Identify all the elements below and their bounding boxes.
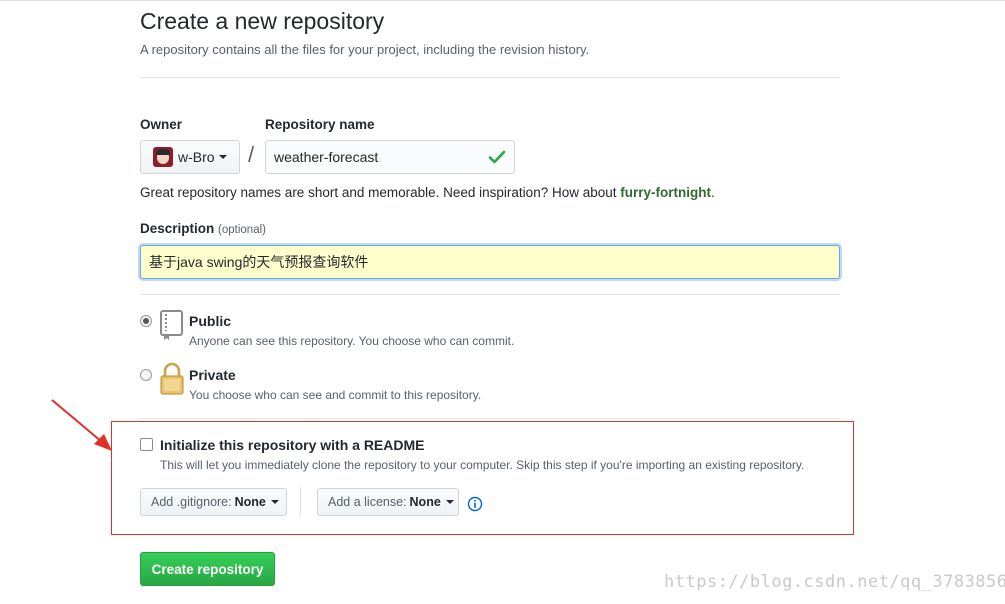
hint-suffix: . (710, 185, 715, 200)
public-label: Public (189, 313, 232, 329)
section-divider (140, 294, 840, 295)
owner-select-button[interactable]: w-Bro (140, 140, 240, 174)
chevron-down-icon (218, 155, 227, 159)
init-readme-checkbox[interactable] (140, 438, 153, 451)
optional-tag: (optional) (218, 224, 266, 236)
owner-label: Owner (140, 117, 183, 132)
top-border (0, 0, 1005, 1)
init-readme-label: Initialize this repository with a README (160, 437, 425, 453)
gitignore-select-button[interactable]: Add .gitignore: None (140, 488, 287, 516)
public-note: Anyone can see this repository. You choo… (189, 334, 515, 348)
chevron-down-icon (445, 500, 454, 504)
private-label: Private (189, 367, 236, 383)
license-prefix: Add a license: (328, 495, 407, 509)
create-repository-button[interactable]: Create repository (140, 552, 275, 586)
user-avatar-icon (153, 147, 173, 167)
description-label-text: Description (140, 221, 215, 236)
repo-name-label: Repository name (265, 117, 375, 132)
owner-name: w-Bro (178, 149, 215, 165)
chevron-down-icon (270, 500, 279, 504)
repo-book-icon (160, 310, 183, 340)
annotation-arrow-icon (51, 399, 112, 451)
description-input[interactable] (140, 245, 840, 279)
public-radio[interactable] (140, 315, 152, 327)
section-divider-2 (140, 418, 840, 419)
hint-text: Great repository names are short and mem… (140, 185, 621, 200)
select-divider (300, 487, 301, 517)
description-label: Description (optional) (140, 221, 266, 236)
lock-icon (160, 362, 184, 395)
repo-name-input[interactable] (265, 140, 515, 174)
license-select-button[interactable]: Add a license: None (317, 488, 459, 516)
gitignore-prefix: Add .gitignore: (151, 495, 232, 509)
gitignore-value: None (234, 495, 266, 509)
private-note: You choose who can see and commit to thi… (189, 388, 482, 402)
check-icon (488, 150, 506, 164)
private-radio[interactable] (140, 369, 152, 381)
repo-name-hint: Great repository names are short and mem… (140, 185, 715, 200)
name-suggestion-link[interactable]: furry-fortnight (620, 185, 711, 200)
page-subtitle: A repository contains all the files for … (140, 42, 590, 57)
header-divider (140, 77, 840, 78)
license-value: None (409, 495, 441, 509)
init-readme-note: This will let you immediately clone the … (160, 458, 805, 472)
blog-watermark: https://blog.csdn.net/qq_37838568 (664, 572, 1005, 592)
owner-repo-separator: / (248, 142, 255, 167)
page-title: Create a new repository (140, 8, 385, 34)
info-icon[interactable] (467, 496, 483, 512)
